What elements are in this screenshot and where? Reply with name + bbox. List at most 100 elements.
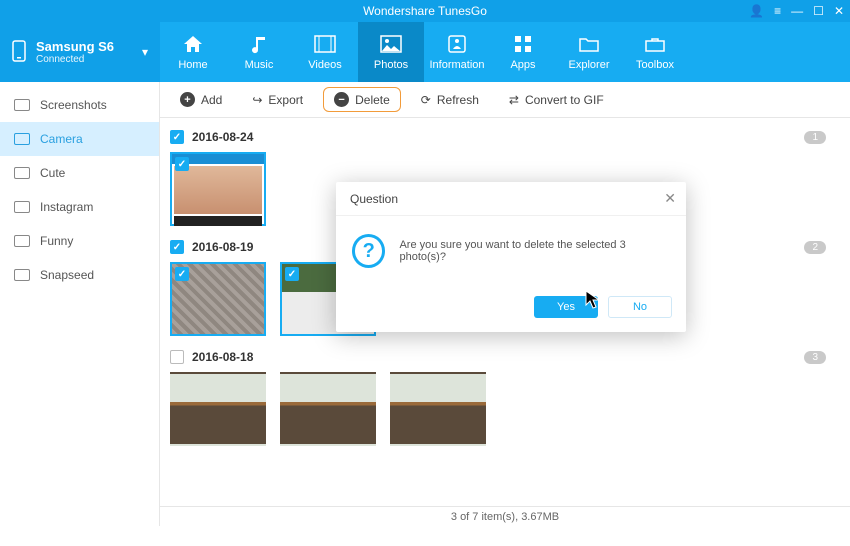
sidebar-item-funny[interactable]: Funny [0,224,159,258]
apps-icon [510,33,536,55]
user-icon[interactable]: 👤 [749,0,764,22]
tab-apps[interactable]: Apps [490,22,556,82]
photo-thumbnail[interactable] [390,372,486,446]
group-checkbox[interactable]: ✓ [170,130,184,144]
tool-label: Add [201,93,222,107]
sidebar-item-instagram[interactable]: Instagram [0,190,159,224]
check-icon: ✓ [175,157,189,171]
tab-label: Explorer [569,59,610,71]
toolbar: + Add ↪ Export −Delete ⟳ Refresh ⇄ Convert t… [160,82,850,118]
group-checkbox[interactable]: ✓ [170,240,184,254]
device-picker[interactable]: Samsung S6 Connected ▾ [0,22,160,82]
camera-icon [14,99,30,111]
photos-icon [378,33,404,55]
sidebar-item-label: Instagram [40,200,93,214]
tab-toolbox[interactable]: Toolbox [622,22,688,82]
status-bar: 3 of 7 item(s), 3.67MB [160,506,850,526]
sidebar-item-label: Cute [40,166,65,180]
sidebar-item-cute[interactable]: Cute [0,156,159,190]
group-checkbox[interactable] [170,350,184,364]
sidebar-item-label: Camera [40,132,83,146]
title-bar: Wondershare TunesGo 👤 ≡ — ☐ ✕ [0,0,850,22]
convert-gif-button[interactable]: ⇄ Convert to GIF [499,89,614,111]
tab-information[interactable]: Information [424,22,490,82]
tab-label: Photos [374,59,408,71]
no-button[interactable]: No [608,296,672,318]
close-button[interactable]: ✕ [834,0,844,22]
tab-explorer[interactable]: Explorer [556,22,622,82]
maximize-button[interactable]: ☐ [813,0,824,22]
window-controls: 👤 ≡ — ☐ ✕ [749,0,844,22]
tool-label: Convert to GIF [525,93,604,107]
group-date: 2016-08-19 [192,240,253,254]
yes-button[interactable]: Yes [534,296,598,318]
tab-photos[interactable]: Photos [358,22,424,82]
status-text: 3 of 7 item(s), 3.67MB [451,511,559,523]
camera-icon [14,235,30,247]
tab-label: Apps [510,59,535,71]
plus-icon: + [180,92,195,107]
tab-label: Information [429,59,484,71]
delete-button[interactable]: −Delete [323,87,401,112]
tab-home[interactable]: Home [160,22,226,82]
device-name: Samsung S6 [36,39,114,54]
device-status: Connected [36,54,114,65]
photo-thumbnail[interactable] [170,372,266,446]
tab-videos[interactable]: Videos [292,22,358,82]
camera-icon [14,133,30,145]
music-icon [246,33,272,55]
sidebar-item-camera[interactable]: Camera [0,122,159,156]
group-count-badge: 1 [804,131,826,144]
tool-label: Export [268,93,303,107]
refresh-icon: ⟳ [421,93,431,107]
dialog-title: Question [350,192,398,206]
question-icon: ? [352,234,385,268]
photo-thumbnail[interactable]: ✓ [170,262,266,336]
photo-thumbnail[interactable]: ✓ [170,152,266,226]
check-icon: ✓ [175,267,189,281]
minus-icon: − [334,92,349,107]
export-icon: ↪ [252,93,262,107]
convert-icon: ⇄ [509,93,519,107]
explorer-icon [576,33,602,55]
dialog-close-button[interactable]: ✕ [664,190,676,207]
tab-label: Toolbox [636,59,674,71]
confirm-dialog: Question ✕ ? Are you sure you want to de… [336,182,686,332]
menu-icon[interactable]: ≡ [774,0,781,22]
minimize-button[interactable]: — [791,0,803,22]
photo-thumbnail[interactable] [280,372,376,446]
camera-icon [14,167,30,179]
sidebar-item-label: Funny [40,234,73,248]
chevron-down-icon: ▾ [142,45,148,59]
tool-label: Delete [355,93,390,107]
videos-icon [312,33,338,55]
sidebar-item-label: Screenshots [40,98,107,112]
phone-icon [12,40,26,65]
tool-label: Refresh [437,93,479,107]
photo-group: 2016-08-18 3 [170,350,830,446]
tab-music[interactable]: Music [226,22,292,82]
group-date: 2016-08-18 [192,350,253,364]
tab-label: Music [245,59,274,71]
sidebar-item-snapseed[interactable]: Snapseed [0,258,159,292]
header: Samsung S6 Connected ▾ Home Music Videos… [0,22,850,82]
camera-icon [14,201,30,213]
toolbox-icon [642,33,668,55]
home-icon [180,33,206,55]
tab-label: Videos [308,59,341,71]
add-button[interactable]: + Add [170,88,232,111]
sidebar-item-screenshots[interactable]: Screenshots [0,88,159,122]
group-count-badge: 3 [804,351,826,364]
camera-icon [14,269,30,281]
check-icon: ✓ [285,267,299,281]
group-date: 2016-08-24 [192,130,253,144]
export-button[interactable]: ↪ Export [242,89,313,111]
refresh-button[interactable]: ⟳ Refresh [411,89,489,111]
nav-tabs: Home Music Videos Photos Information App… [160,22,850,82]
app-title: Wondershare TunesGo [363,4,487,18]
group-count-badge: 2 [804,241,826,254]
sidebar: Screenshots Camera Cute Instagram Funny … [0,82,160,526]
tab-label: Home [178,59,207,71]
information-icon [444,33,470,55]
sidebar-item-label: Snapseed [40,268,94,282]
